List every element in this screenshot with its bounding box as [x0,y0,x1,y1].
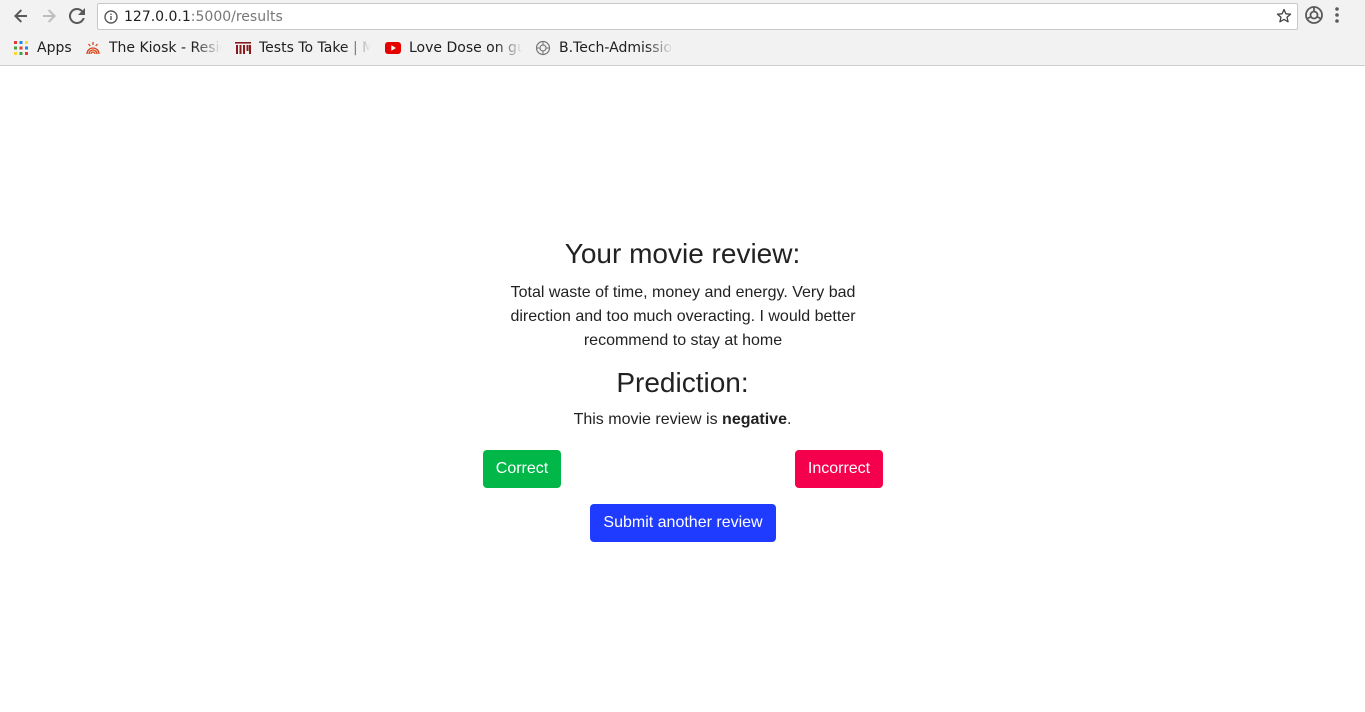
mit-icon [235,40,251,56]
url-host: 127.0.0.1 [124,9,191,25]
url-text: 127.0.0.1:5000/results [124,9,283,25]
bookmark-label: Love Dose on gu [409,40,523,56]
reload-icon [69,8,85,24]
menu-kebab-icon[interactable] [1334,6,1340,29]
reload-button[interactable] [65,4,89,28]
correct-button[interactable]: Correct [483,450,561,488]
bookmark-love-dose[interactable]: Love Dose on gu [385,36,523,60]
bookmark-label: Tests To Take | M [259,40,371,56]
forward-button[interactable] [37,4,61,28]
url-path: :5000/results [190,9,283,25]
back-button[interactable] [9,4,33,28]
prediction-heading: Prediction: [616,367,749,398]
extension-icon[interactable] [1304,5,1324,30]
bookmark-apps[interactable]: Apps [13,36,75,60]
bookmark-tests[interactable]: Tests To Take | M [235,36,371,60]
bookmark-label: The Kiosk - Resid [109,40,222,56]
apps-grid-icon [13,40,29,56]
bookmark-label: Apps [37,40,72,56]
browser-chrome: 127.0.0.1:5000/results Apps The Kiosk - … [0,0,1365,66]
prediction-prefix: This movie review is [573,411,723,428]
page-content: Your movie review: Total waste of time, … [0,66,1365,712]
address-bar[interactable]: 127.0.0.1:5000/results [97,3,1298,30]
bookmark-label: B.Tech-Admissio [559,40,672,56]
university-seal-icon [535,40,551,56]
youtube-icon [385,40,401,56]
bookmark-btech[interactable]: B.Tech-Admissio [535,36,673,60]
bookmark-kiosk[interactable]: The Kiosk - Resid [85,36,222,60]
incorrect-button[interactable]: Incorrect [795,450,883,488]
back-arrow-icon [14,9,27,23]
prediction-label: negative [722,411,787,428]
prediction-text: This movie review is negative. [0,411,1365,429]
bookmark-star-icon[interactable] [1276,8,1292,29]
review-heading: Your movie review: [564,238,801,269]
forward-arrow-icon [43,9,56,23]
bookmarks-bar: Apps The Kiosk - Resid Tests To Take | M… [0,36,1365,60]
submit-another-review-button[interactable]: Submit another review [590,504,776,542]
info-icon[interactable] [104,10,118,29]
review-text: Total waste of time, money and energy. V… [510,284,856,349]
kiosk-fingerprint-icon [85,40,101,56]
prediction-suffix: . [786,411,792,428]
